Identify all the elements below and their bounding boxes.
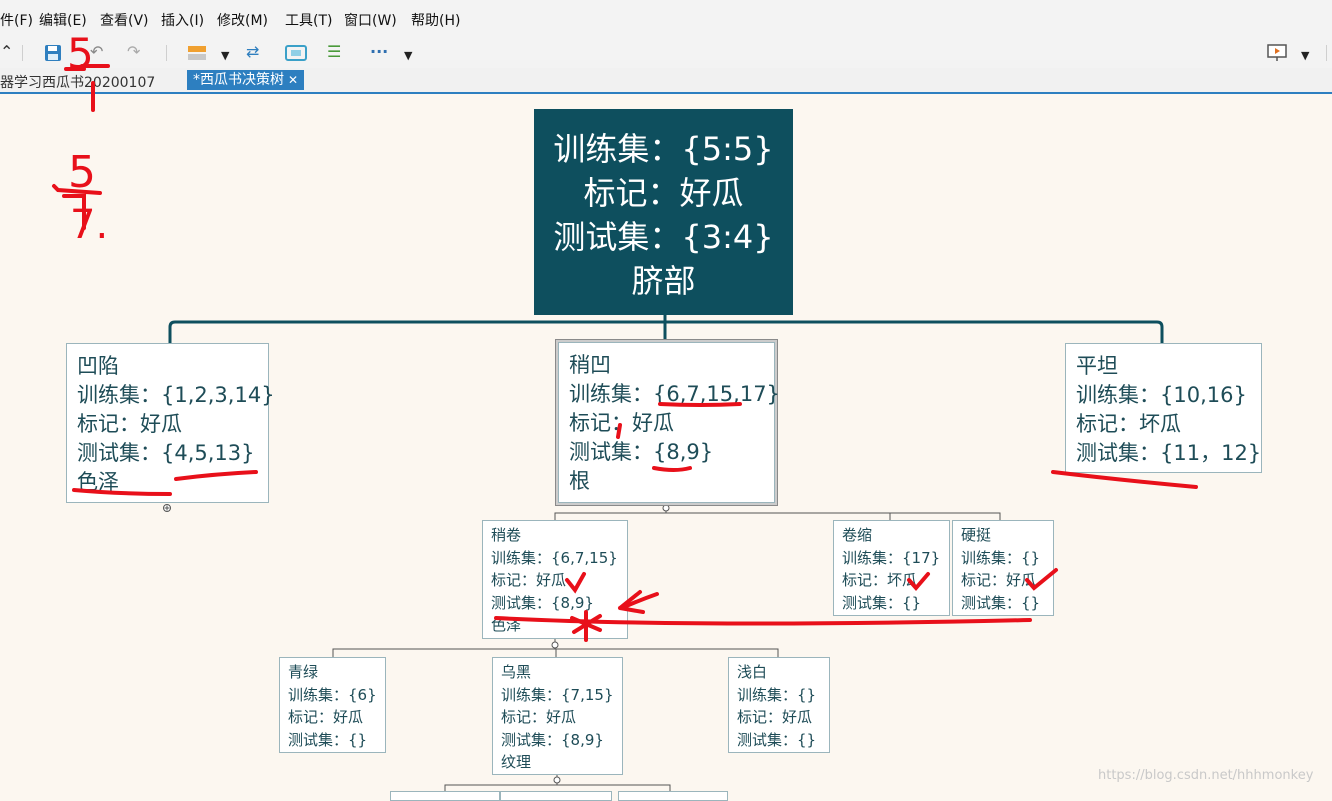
annotation-numerator: 5 xyxy=(67,29,94,78)
annotation-fraction-bottom: 7. xyxy=(70,202,108,248)
annotation-fraction-top: 5 xyxy=(68,147,96,198)
annotation-overlay: 5 5 7. xyxy=(52,29,1198,642)
